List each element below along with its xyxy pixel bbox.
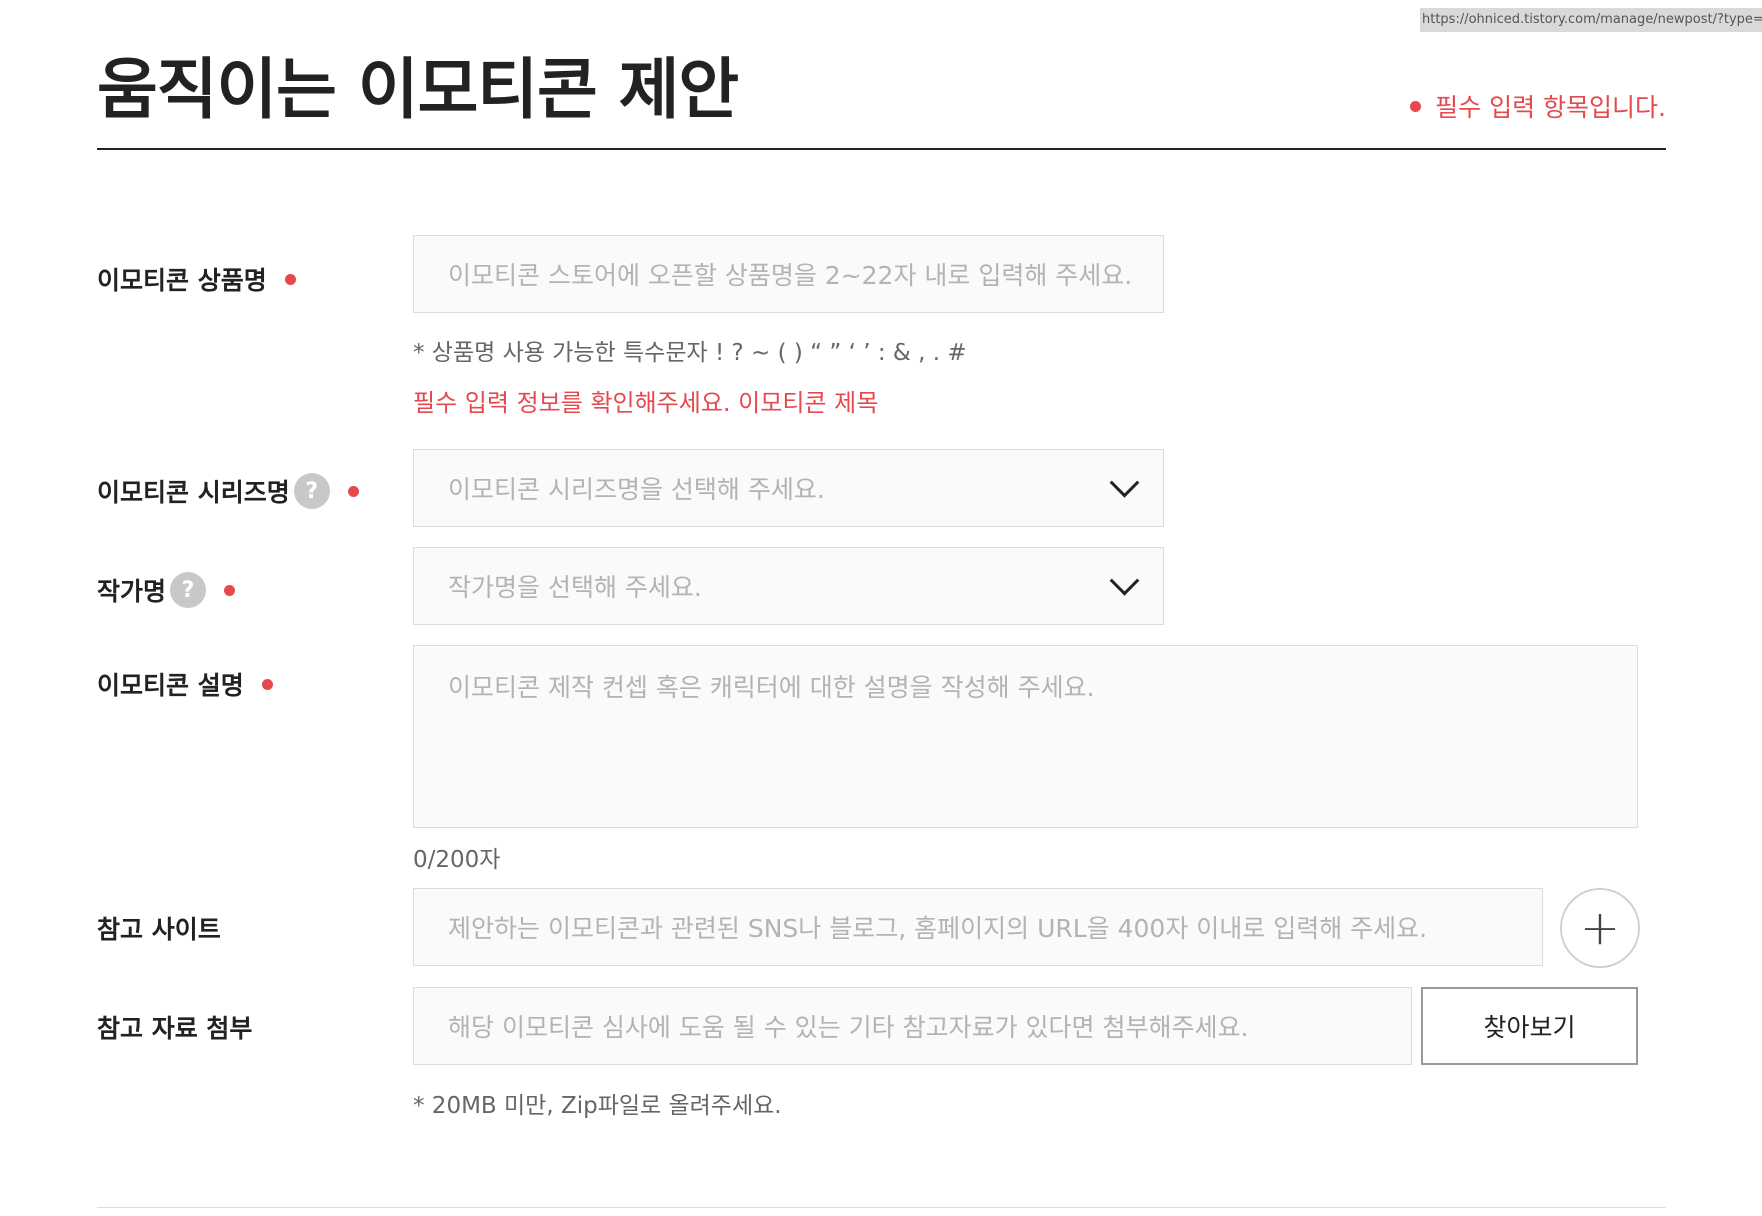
reference-site-label-text: 참고 사이트 bbox=[97, 915, 221, 944]
required-dot-icon bbox=[347, 485, 359, 497]
description-placeholder: 이모티콘 제작 컨셉 혹은 캐릭터에 대한 설명을 작성해 주세요. bbox=[448, 673, 1095, 702]
description-char-counter: 0/200자 bbox=[413, 847, 501, 873]
series-name-placeholder: 이모티콘 시리즈명을 선택해 주세요. bbox=[448, 475, 825, 504]
series-name-select[interactable]: 이모티콘 시리즈명을 선택해 주세요. bbox=[413, 449, 1164, 527]
url-tooltip: https://ohniced.tistory.com/manage/newpo… bbox=[1420, 8, 1762, 32]
reference-site-label: 참고 사이트 bbox=[97, 907, 221, 949]
attachment-hint: * 20MB 미만, Zip파일로 올려주세요. bbox=[413, 1093, 782, 1119]
plus-icon: + bbox=[1579, 900, 1621, 956]
page-title: 움직이는 이모티콘 제안 bbox=[97, 51, 739, 128]
required-dot-icon bbox=[284, 273, 296, 285]
attachment-placeholder: 해당 이모티콘 심사에 도움 될 수 있는 기타 참고자료가 있다면 첨부해주세… bbox=[448, 1013, 1249, 1042]
footer-divider bbox=[97, 1207, 1666, 1208]
browse-button-label: 찾아보기 bbox=[1483, 1013, 1576, 1042]
author-name-label: 작가명 ? bbox=[97, 569, 236, 611]
required-dot-icon bbox=[224, 584, 236, 596]
description-textarea[interactable]: 이모티콘 제작 컨셉 혹은 캐릭터에 대한 설명을 작성해 주세요. bbox=[413, 645, 1638, 828]
series-name-label-text: 이모티콘 시리즈명 bbox=[97, 478, 290, 507]
attachment-label-text: 참고 자료 첨부 bbox=[97, 1014, 253, 1043]
required-dot-icon bbox=[1410, 100, 1422, 112]
required-dot-icon bbox=[261, 678, 273, 690]
product-name-hint: * 상품명 사용 가능한 특수문자 ! ? ~ ( ) “ ” ‘ ’ : & … bbox=[413, 340, 967, 366]
browse-button[interactable]: 찾아보기 bbox=[1421, 987, 1638, 1065]
add-site-button[interactable]: + bbox=[1560, 888, 1640, 968]
author-name-label-text: 작가명 bbox=[97, 577, 167, 606]
product-name-label-text: 이모티콘 상품명 bbox=[97, 266, 267, 295]
series-name-label: 이모티콘 시리즈명 ? bbox=[97, 470, 359, 512]
attachment-input[interactable]: 해당 이모티콘 심사에 도움 될 수 있는 기타 참고자료가 있다면 첨부해주세… bbox=[413, 987, 1412, 1065]
required-note-text: 필수 입력 항목입니다. bbox=[1435, 93, 1666, 122]
product-name-input[interactable]: 이모티콘 스토어에 오픈할 상품명을 2~22자 내로 입력해 주세요. bbox=[413, 235, 1164, 313]
product-name-error: 필수 입력 정보를 확인해주세요. 이모티콘 제목 bbox=[413, 389, 879, 417]
header-divider bbox=[97, 148, 1666, 150]
author-name-select[interactable]: 작가명을 선택해 주세요. bbox=[413, 547, 1164, 625]
reference-site-placeholder: 제안하는 이모티콘과 관련된 SNS나 블로그, 홈페이지의 URL을 400자… bbox=[448, 914, 1428, 943]
chevron-down-icon bbox=[1109, 467, 1140, 498]
chevron-down-icon bbox=[1109, 565, 1140, 596]
help-icon[interactable]: ? bbox=[170, 572, 207, 608]
product-name-label: 이모티콘 상품명 bbox=[97, 258, 296, 300]
reference-site-input[interactable]: 제안하는 이모티콘과 관련된 SNS나 블로그, 홈페이지의 URL을 400자… bbox=[413, 888, 1543, 966]
description-label: 이모티콘 설명 bbox=[97, 663, 273, 705]
author-name-placeholder: 작가명을 선택해 주세요. bbox=[448, 573, 702, 602]
description-label-text: 이모티콘 설명 bbox=[97, 671, 244, 700]
attachment-label: 참고 자료 첨부 bbox=[97, 1006, 252, 1048]
required-note: 필수 입력 항목입니다. bbox=[1410, 88, 1666, 124]
product-name-placeholder: 이모티콘 스토어에 오픈할 상품명을 2~22자 내로 입력해 주세요. bbox=[448, 261, 1133, 290]
help-icon[interactable]: ? bbox=[293, 473, 330, 509]
